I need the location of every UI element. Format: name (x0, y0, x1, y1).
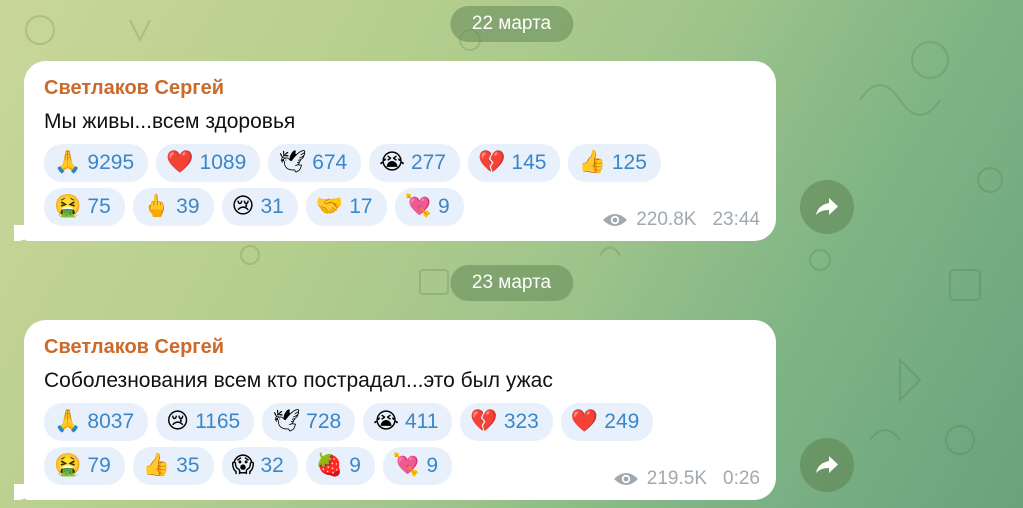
reaction-count: 39 (176, 195, 200, 218)
sob-emoji-icon: 😭 (379, 150, 405, 175)
reactions-list: 🙏 9295 ❤️ 1089 🕊 674 😭 277 💔 145 👍 125 🤮 75 🖕 39… (44, 144, 694, 226)
heart-emoji-icon: ❤️ (570, 409, 599, 434)
reaction-pray[interactable]: 🙏 8037 (44, 403, 149, 441)
strawberry-emoji-icon: 🍓 (315, 453, 344, 478)
reaction-strawberry[interactable]: 🍓 9 (305, 447, 375, 485)
reaction-heart-arrow[interactable]: 💘 9 (394, 188, 464, 226)
reaction-count: 9 (426, 454, 439, 477)
reaction-count: 411 (404, 410, 439, 433)
reaction-dove[interactable]: 🕊 728 (262, 403, 356, 441)
reaction-count: 9 (349, 454, 361, 477)
message-text: Мы живы...всем здоровья (44, 110, 296, 133)
share-button[interactable] (800, 438, 854, 492)
handshake-emoji-icon: 🤝 (315, 194, 344, 219)
reaction-scream[interactable]: 😱 32 (221, 447, 298, 485)
heart-emoji-icon: ❤️ (166, 150, 194, 175)
reaction-count: 145 (511, 151, 547, 174)
eye-icon (613, 473, 638, 485)
pray-emoji-icon: 🙏 (54, 409, 82, 434)
reaction-count: 323 (503, 410, 539, 433)
middle-finger-emoji-icon: 🖕 (142, 194, 171, 219)
broken-heart-emoji-icon: 💔 (470, 409, 498, 434)
reaction-vomit[interactable]: 🤮 75 (44, 188, 125, 226)
view-count: 220.8K (636, 209, 697, 230)
sob-emoji-icon: 😭 (373, 409, 399, 434)
reaction-count: 674 (312, 151, 348, 174)
broken-heart-emoji-icon: 💔 (478, 150, 506, 175)
cry-emoji-icon: 😢 (231, 194, 255, 219)
reaction-count: 1089 (199, 151, 247, 174)
reaction-count: 75 (87, 195, 111, 218)
share-arrow-icon (816, 456, 838, 473)
reaction-thumbs-up[interactable]: 👍 125 (568, 144, 661, 182)
reaction-count: 1165 (195, 410, 241, 433)
eye-icon (603, 214, 628, 226)
message-meta: 219.5K 0:26 (613, 468, 760, 490)
reaction-count: 125 (611, 151, 647, 174)
reaction-vomit[interactable]: 🤮 79 (44, 447, 125, 485)
reaction-sob[interactable]: 😭 277 (369, 144, 460, 182)
date-separator: 22 марта (449, 6, 574, 42)
reaction-count: 8037 (87, 410, 135, 433)
reaction-heart[interactable]: ❤️ 1089 (156, 144, 261, 182)
heart-arrow-emoji-icon: 💘 (392, 453, 421, 478)
dove-emoji-icon: 🕊 (272, 409, 301, 434)
reaction-dove[interactable]: 🕊 674 (268, 144, 362, 182)
reaction-count: 277 (410, 151, 446, 174)
message-time: 23:44 (712, 209, 760, 230)
reaction-count: 249 (604, 410, 640, 433)
reaction-broken-heart[interactable]: 💔 145 (468, 144, 561, 182)
vomit-emoji-icon: 🤮 (54, 453, 82, 478)
message-text: Соболезнования всем кто пострадал...это … (44, 369, 553, 392)
sender-name[interactable]: Светлаков Сергей (44, 77, 758, 100)
scream-emoji-icon: 😱 (231, 453, 255, 478)
reactions-list: 🙏 8037 😢 1165 🕊 728 😭 411 💔 323 ❤️ 249 🤮 79 👍 35… (44, 403, 694, 485)
reaction-heart-arrow[interactable]: 💘 9 (382, 447, 453, 485)
reaction-count: 31 (260, 195, 284, 218)
reaction-thumbs-up[interactable]: 👍 35 (132, 447, 214, 485)
pray-emoji-icon: 🙏 (54, 150, 82, 175)
message-bubble: Светлаков Сергей Соболезнования всем кто… (14, 320, 776, 500)
reaction-broken-heart[interactable]: 💔 323 (460, 403, 553, 441)
heart-arrow-emoji-icon: 💘 (404, 194, 432, 219)
reaction-count: 728 (306, 410, 342, 433)
reaction-pray[interactable]: 🙏 9295 (44, 144, 149, 182)
message-meta: 220.8K 23:44 (602, 209, 760, 231)
reaction-count: 32 (260, 454, 284, 477)
message-time: 0:26 (723, 468, 760, 489)
reaction-heart[interactable]: ❤️ 249 (560, 403, 654, 441)
share-arrow-icon (816, 198, 838, 215)
reaction-count: 35 (176, 454, 200, 477)
date-separator: 23 марта (449, 265, 574, 301)
reaction-cry[interactable]: 😢 31 (221, 188, 298, 226)
dove-emoji-icon: 🕊 (278, 150, 307, 175)
reaction-count: 79 (87, 454, 111, 477)
vomit-emoji-icon: 🤮 (54, 194, 82, 219)
share-button[interactable] (800, 180, 854, 234)
reaction-middle-finger[interactable]: 🖕 39 (132, 188, 214, 226)
message-bubble: Светлаков Сергей Мы живы...всем здоровья… (14, 61, 776, 241)
cry-emoji-icon: 😢 (166, 409, 190, 434)
reaction-sob[interactable]: 😭 411 (363, 403, 453, 441)
reaction-count: 9295 (87, 151, 135, 174)
thumbs-up-emoji-icon: 👍 (142, 453, 171, 478)
reaction-handshake[interactable]: 🤝 17 (305, 188, 387, 226)
reaction-count: 17 (349, 195, 373, 218)
sender-name[interactable]: Светлаков Сергей (44, 336, 758, 359)
reaction-count: 9 (438, 195, 450, 218)
thumbs-up-emoji-icon: 👍 (578, 150, 606, 175)
view-count: 219.5K (646, 468, 708, 489)
reaction-cry[interactable]: 😢 1165 (156, 403, 255, 441)
